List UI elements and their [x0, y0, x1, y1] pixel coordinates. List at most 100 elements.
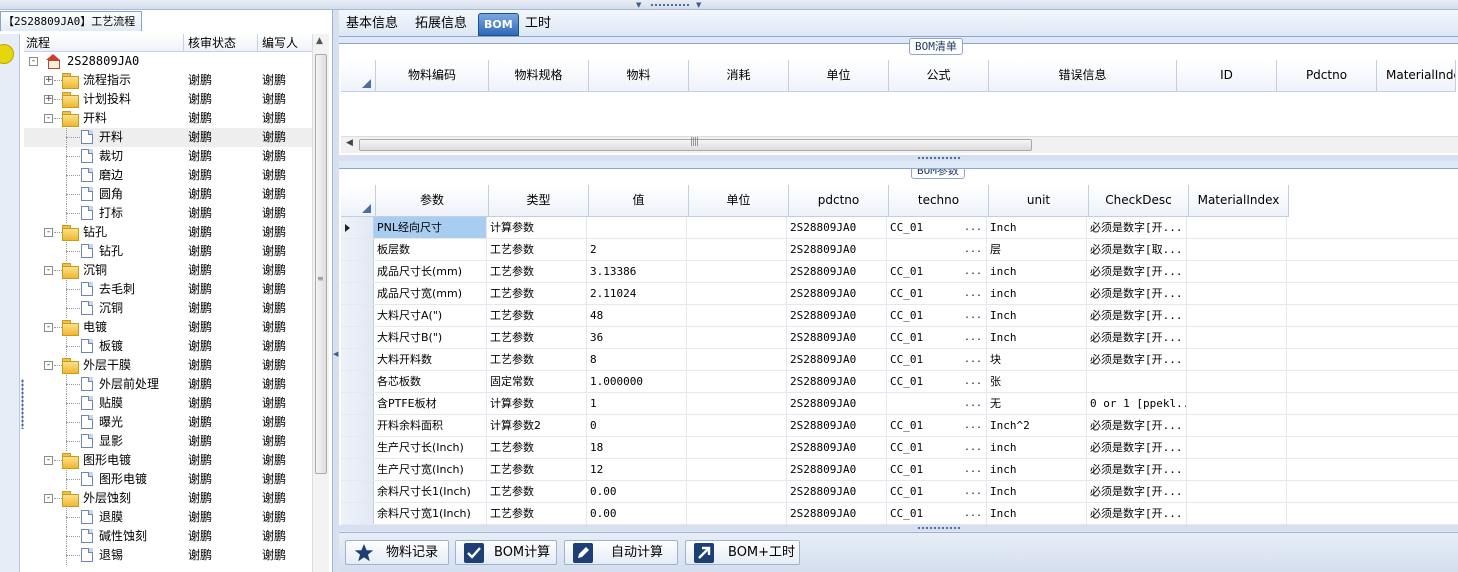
- column-header[interactable]: 类型: [489, 185, 589, 217]
- scroll-left-icon[interactable]: ◀: [346, 138, 353, 148]
- tree-node[interactable]: - 电镀: [24, 318, 184, 337]
- row-header[interactable]: [341, 459, 374, 480]
- column-header[interactable]: CheckDesc: [1089, 185, 1189, 217]
- material-index-cell[interactable]: [1187, 459, 1287, 480]
- material-index-cell[interactable]: [1187, 371, 1287, 392]
- tree-row[interactable]: - 图形电镀 谢鹏 谢鹏: [24, 451, 313, 470]
- tree-node[interactable]: 外层前处理: [24, 375, 184, 394]
- type-cell[interactable]: 工艺参数: [487, 261, 587, 282]
- material-index-cell[interactable]: [1187, 327, 1287, 348]
- tree-node[interactable]: 圆角: [24, 185, 184, 204]
- param-cell[interactable]: PNL经向尺寸: [374, 217, 487, 238]
- row-header[interactable]: [341, 283, 374, 304]
- unit-cell[interactable]: 张: [987, 371, 1087, 392]
- unit-cell[interactable]: 块: [987, 349, 1087, 370]
- column-header[interactable]: MaterialIndex: [1189, 185, 1289, 217]
- column-header-flow[interactable]: 流程: [24, 34, 184, 51]
- unit-cell[interactable]: inch: [987, 437, 1087, 458]
- pdctno-cell[interactable]: 2S28809JA0: [787, 261, 887, 282]
- tree-row[interactable]: 沉铜 谢鹏 谢鹏: [24, 299, 313, 318]
- value-cell[interactable]: 8: [587, 349, 687, 370]
- unit-cn-cell[interactable]: [687, 437, 787, 458]
- collapse-icon[interactable]: -: [44, 323, 53, 332]
- param-cell[interactable]: 含PTFE板材: [374, 393, 487, 414]
- scrollbar-thumb[interactable]: ||||: [359, 137, 1032, 151]
- tree-row[interactable]: 图形电镀 谢鹏 谢鹏: [24, 470, 313, 489]
- unit-cell[interactable]: inch: [987, 261, 1087, 282]
- pdctno-cell[interactable]: 2S28809JA0: [787, 459, 887, 480]
- check-desc-cell[interactable]: [1087, 371, 1187, 392]
- table-row[interactable]: 大料尺寸A(")工艺参数48 2S28809JA0CC_01Inch必须是数字[开…: [341, 305, 1458, 327]
- check-desc-cell[interactable]: 必须是数字[开...: [1087, 327, 1187, 348]
- unit-cn-cell[interactable]: [687, 503, 787, 524]
- check-desc-cell[interactable]: 必须是数字[取...: [1087, 239, 1187, 260]
- collapse-icon[interactable]: -: [44, 361, 53, 370]
- tree-row[interactable]: 外层前处理 谢鹏 谢鹏: [24, 375, 313, 394]
- top-splitter[interactable]: ▼ ▼: [0, 0, 1458, 10]
- type-cell[interactable]: 固定常数: [487, 371, 587, 392]
- unit-cell[interactable]: Inch: [987, 217, 1087, 238]
- tree-row[interactable]: - 钻孔 谢鹏 谢鹏: [24, 223, 313, 242]
- unit-cn-cell[interactable]: [687, 305, 787, 326]
- tree-node[interactable]: - 外层干膜: [24, 356, 184, 375]
- pdctno-cell[interactable]: 2S28809JA0: [787, 393, 887, 414]
- value-cell[interactable]: 12: [587, 459, 687, 480]
- unit-cn-cell[interactable]: [687, 459, 787, 480]
- tree-row[interactable]: - 电镀 谢鹏 谢鹏: [24, 318, 313, 337]
- tree-row[interactable]: - 外层蚀刻 谢鹏 谢鹏: [24, 489, 313, 508]
- tree-node[interactable]: 退膜: [24, 508, 184, 527]
- tree-row[interactable]: - 开料 谢鹏 谢鹏: [24, 109, 313, 128]
- check-desc-cell[interactable]: 必须是数字[开...: [1087, 217, 1187, 238]
- value-cell[interactable]: 2: [587, 239, 687, 260]
- tree-row[interactable]: + 计划投料 谢鹏 谢鹏: [24, 90, 313, 109]
- tree-row[interactable]: 板镀 谢鹏 谢鹏: [24, 337, 313, 356]
- pdctno-cell[interactable]: 2S28809JA0: [787, 371, 887, 392]
- material-index-cell[interactable]: [1187, 437, 1287, 458]
- column-header[interactable]: ID: [1177, 60, 1277, 92]
- unit-cell[interactable]: 无: [987, 393, 1087, 414]
- tree-node[interactable]: 去毛刺: [24, 280, 184, 299]
- unit-cn-cell[interactable]: [687, 283, 787, 304]
- techno-cell[interactable]: CC_01: [887, 437, 987, 458]
- row-header[interactable]: [341, 371, 374, 392]
- unit-cn-cell[interactable]: [687, 217, 787, 238]
- param-cell[interactable]: 余料尺寸宽1(Inch): [374, 503, 487, 524]
- tree-node[interactable]: 碱性蚀刻: [24, 527, 184, 546]
- tree-node[interactable]: 贴膜: [24, 394, 184, 413]
- collapse-icon[interactable]: -: [44, 456, 53, 465]
- check-desc-cell[interactable]: 必须是数字[开...: [1087, 305, 1187, 326]
- value-cell[interactable]: 0: [587, 415, 687, 436]
- type-cell[interactable]: 工艺参数: [487, 481, 587, 502]
- tree-row[interactable]: 碱性蚀刻 谢鹏 谢鹏: [24, 527, 313, 546]
- column-header[interactable]: 参数: [376, 185, 489, 217]
- unit-cell[interactable]: Inch: [987, 503, 1087, 524]
- tree-row[interactable]: 去毛刺 谢鹏 谢鹏: [24, 280, 313, 299]
- param-cell[interactable]: 板层数: [374, 239, 487, 260]
- unit-cn-cell[interactable]: [687, 415, 787, 436]
- column-header[interactable]: 物料编码: [376, 60, 489, 92]
- column-header[interactable]: 物料规格: [489, 60, 589, 92]
- tree-row[interactable]: 显影 谢鹏 谢鹏: [24, 432, 313, 451]
- check-desc-cell[interactable]: 必须是数字[开...: [1087, 503, 1187, 524]
- row-header[interactable]: [341, 305, 374, 326]
- techno-cell[interactable]: [887, 393, 987, 414]
- tab-bom[interactable]: BOM: [478, 13, 519, 36]
- check-desc-cell[interactable]: 必须是数字[开...: [1087, 437, 1187, 458]
- bom-work-hours-button[interactable]: BOM+工时: [685, 540, 800, 565]
- value-cell[interactable]: 0.00: [587, 481, 687, 502]
- tree-vertical-scrollbar[interactable]: ▲ ≡: [312, 34, 329, 572]
- techno-cell[interactable]: CC_01: [887, 503, 987, 524]
- unit-cn-cell[interactable]: [687, 239, 787, 260]
- bom-list-corner[interactable]: [341, 60, 376, 92]
- techno-cell[interactable]: CC_01: [887, 283, 987, 304]
- column-header-status[interactable]: 核审状态: [184, 34, 258, 51]
- tree-node[interactable]: 图形电镀: [24, 470, 184, 489]
- expand-icon[interactable]: +: [44, 95, 53, 104]
- column-header[interactable]: pdctno: [789, 185, 889, 217]
- row-header[interactable]: [341, 503, 374, 524]
- tab-basic-info[interactable]: 基本信息: [341, 13, 403, 36]
- tree-row[interactable]: 圆角 谢鹏 谢鹏: [24, 185, 313, 204]
- param-cell[interactable]: 各芯板数: [374, 371, 487, 392]
- param-cell[interactable]: 开料余料面积: [374, 415, 487, 436]
- pdctno-cell[interactable]: 2S28809JA0: [787, 283, 887, 304]
